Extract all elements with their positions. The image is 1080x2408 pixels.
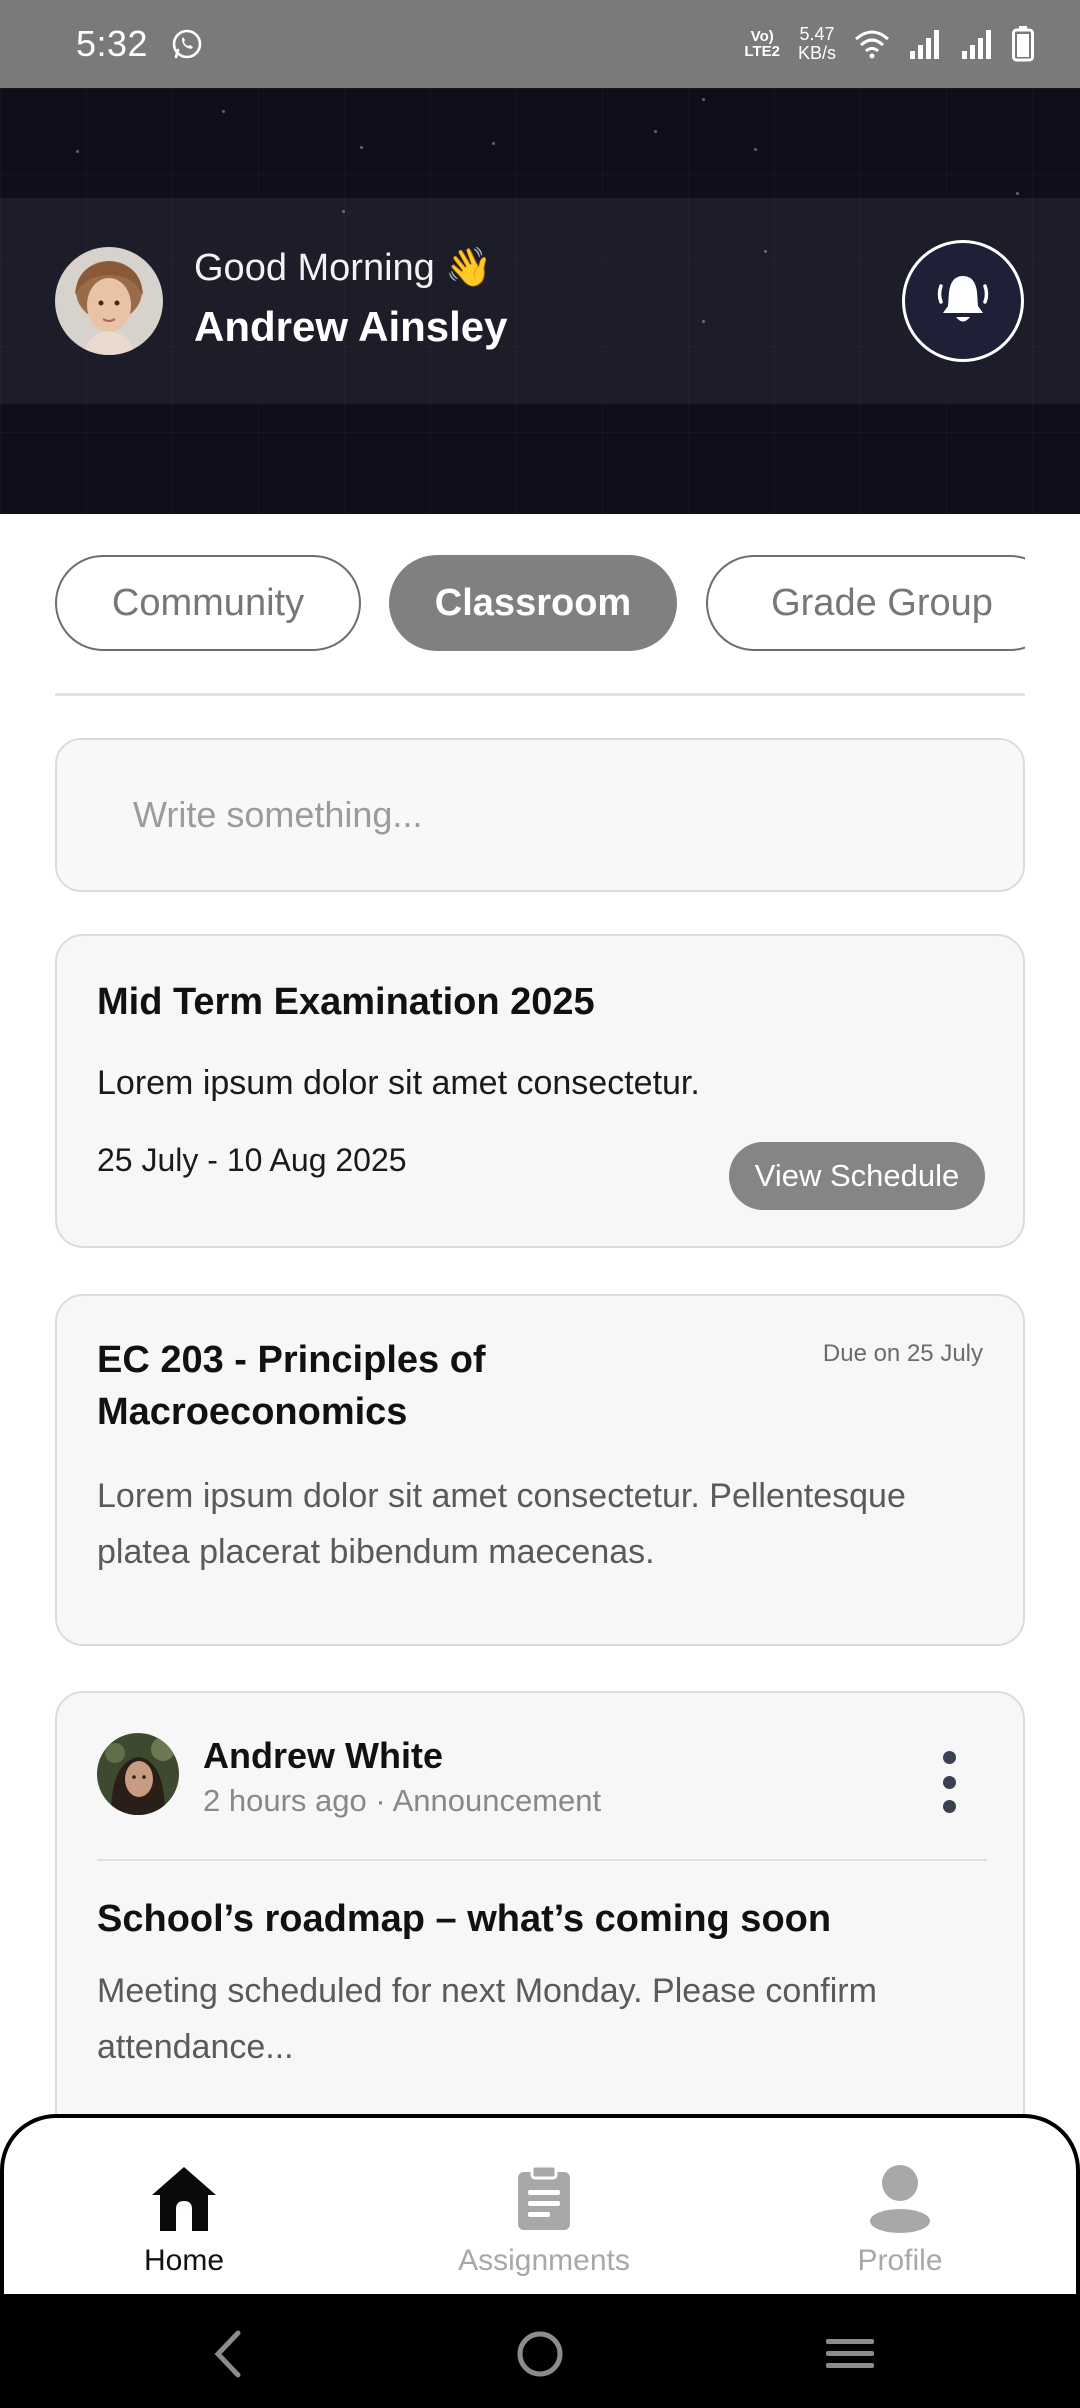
battery-icon xyxy=(1012,26,1034,62)
post-meta: 2 hours ago · Announcement xyxy=(203,1783,602,1818)
lte-label: LTE2 xyxy=(744,43,780,60)
post-divider xyxy=(97,1859,987,1861)
composer-placeholder: Write something... xyxy=(133,794,423,835)
status-bar: 5:32 Vo) LTE2 5.47 KB/s xyxy=(0,0,1080,88)
whatsapp-icon xyxy=(172,29,202,59)
back-icon[interactable] xyxy=(198,2324,258,2384)
exam-description: Lorem ipsum dolor sit amet consectetur. xyxy=(97,1064,700,1102)
wifi-icon xyxy=(855,30,889,59)
assignment-description: Lorem ipsum dolor sit amet consectetur. … xyxy=(97,1468,997,1580)
speed-value: 5.47 xyxy=(799,24,835,44)
status-time: 5:32 xyxy=(76,23,149,64)
nav-home[interactable]: Home xyxy=(104,2118,264,2294)
header-star xyxy=(754,148,757,151)
header-star xyxy=(492,142,495,145)
header-star xyxy=(702,320,705,323)
clipboard-icon xyxy=(506,2160,582,2236)
author-avatar[interactable] xyxy=(97,1733,179,1815)
exam-date-range: 25 July - 10 Aug 2025 xyxy=(97,1142,407,1178)
person-icon xyxy=(862,2160,938,2236)
nav-profile-label: Profile xyxy=(857,2244,943,2277)
bottom-navigation: Home Assignments Profile xyxy=(0,2114,1080,2294)
speed-unit: KB/s xyxy=(797,43,836,63)
home-icon xyxy=(146,2160,222,2236)
header-star xyxy=(702,98,705,101)
view-schedule-button[interactable]: View Schedule xyxy=(729,1142,985,1210)
network-speed: 5.47 KB/s xyxy=(798,25,836,63)
assignment-title: EC 203 - Principles of Macroeconomics xyxy=(97,1334,486,1438)
tab-grade-group[interactable]: Grade Group xyxy=(706,555,1025,651)
assignment-description-line: platea placerat bibendum maecenas. xyxy=(97,1533,655,1571)
exam-card[interactable]: Mid Term Examination 2025 Lorem ipsum do… xyxy=(55,934,1025,1248)
nav-profile[interactable]: Profile xyxy=(810,2118,990,2294)
post-title: School’s roadmap – what’s coming soon xyxy=(97,1898,832,1940)
header-star xyxy=(654,130,657,133)
nav-assignments-label: Assignments xyxy=(458,2244,630,2277)
profile-header: Good Morning 👋 Andrew Ainsley xyxy=(0,88,1080,514)
tab-community[interactable]: Community xyxy=(55,555,361,651)
system-navigation-bar xyxy=(0,2294,1080,2408)
user-name: Andrew Ainsley xyxy=(194,303,508,350)
header-star xyxy=(360,146,363,149)
volte-label: Vo) xyxy=(750,28,774,45)
nav-assignments[interactable]: Assignments xyxy=(434,2118,654,2294)
assignment-title-line: EC 203 - Principles of xyxy=(97,1339,486,1381)
status-indicators: Vo) LTE2 5.47 KB/s xyxy=(744,25,1034,63)
post-body-line: Meeting scheduled for next Monday. Pleas… xyxy=(97,1972,877,2010)
header-star xyxy=(76,150,79,153)
header-star xyxy=(764,250,767,253)
assignment-description-line: Lorem ipsum dolor sit amet consectetur. … xyxy=(97,1477,906,1515)
assignment-card[interactable]: EC 203 - Principles of Macroeconomics Du… xyxy=(55,1294,1025,1646)
category-tabs: Community Classroom Grade Group xyxy=(55,555,1025,651)
signal-icon xyxy=(962,30,991,59)
tab-classroom[interactable]: Classroom xyxy=(389,555,677,651)
volte-indicator: Vo) LTE2 xyxy=(744,29,780,59)
due-date: Due on 25 July xyxy=(822,1340,983,1367)
user-avatar[interactable] xyxy=(55,247,163,355)
home-circle-icon[interactable] xyxy=(510,2324,570,2384)
header-star xyxy=(1016,192,1019,195)
nav-home-label: Home xyxy=(143,2244,225,2277)
greeting-text: Good Morning 👋 xyxy=(194,247,493,289)
header-star xyxy=(342,210,345,213)
exam-title: Mid Term Examination 2025 xyxy=(97,981,595,1023)
post-body-line: attendance... xyxy=(97,2028,294,2066)
more-options-icon[interactable] xyxy=(937,1751,961,1813)
post-composer[interactable]: Write something... xyxy=(55,738,1025,892)
signal-icon xyxy=(910,30,939,59)
post-author: Andrew White xyxy=(203,1735,443,1776)
notifications-button[interactable] xyxy=(902,240,1024,362)
assignment-title-line: Macroeconomics xyxy=(97,1391,408,1433)
announcement-post[interactable]: Andrew White 2 hours ago · Announcement … xyxy=(55,1691,1025,2151)
tabs-divider xyxy=(55,693,1025,696)
post-body: Meeting scheduled for next Monday. Pleas… xyxy=(97,1963,997,2075)
bell-icon xyxy=(937,276,989,322)
header-star xyxy=(222,110,225,113)
recent-apps-icon[interactable] xyxy=(820,2324,880,2384)
